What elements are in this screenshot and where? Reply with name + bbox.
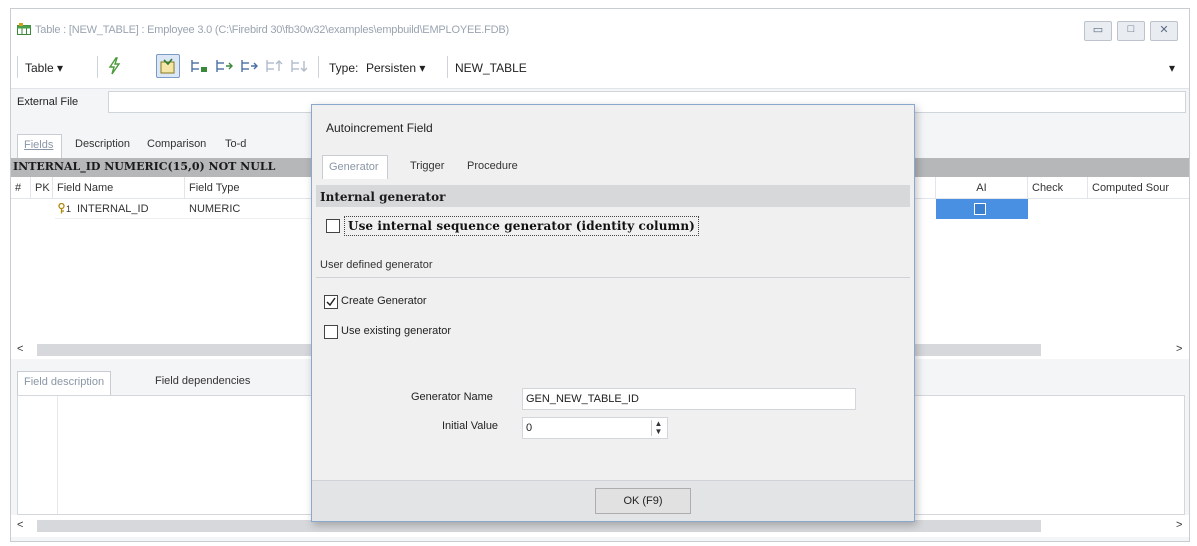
tab-procedure[interactable]: Procedure: [467, 160, 518, 172]
field-name-cell[interactable]: INTERNAL_ID: [73, 199, 185, 219]
create-generator-checkbox[interactable]: [324, 295, 338, 309]
field-up-icon[interactable]: [264, 57, 284, 75]
toolbar: Table ▾ Type: Persisten ▾ NEW_TABLE ▾: [11, 47, 1189, 89]
checkmark-icon: [326, 297, 336, 307]
ai-checkbox[interactable]: [974, 203, 986, 215]
use-internal-sequence-checkbox[interactable]: [326, 219, 340, 233]
scroll-left-icon[interactable]: <: [17, 343, 23, 355]
column-header-field-name[interactable]: Field Name: [53, 177, 185, 199]
move-field-icon[interactable]: [214, 57, 234, 75]
ok-button[interactable]: OK (F9): [595, 488, 691, 514]
create-generator-label[interactable]: Create Generator: [341, 295, 427, 307]
tab-generator[interactable]: Generator: [322, 155, 388, 179]
dialog-footer: OK (F9): [312, 480, 914, 521]
table-menu-button[interactable]: Table ▾: [25, 61, 63, 75]
internal-generator-header: Internal generator: [316, 185, 910, 207]
toolbar-separator: [97, 56, 98, 78]
dialog-body: Internal generator Use internal sequence…: [316, 179, 910, 479]
initial-value-label: Initial Value: [442, 420, 499, 432]
autoincrement-tool-button[interactable]: [156, 54, 180, 78]
minimize-button[interactable]: ▭: [1084, 21, 1112, 41]
close-button[interactable]: ✕: [1150, 21, 1178, 41]
key-icon: [58, 202, 65, 214]
initial-value-input[interactable]: 0 ▲ ▼: [522, 417, 668, 439]
column-header-index[interactable]: #: [11, 177, 31, 199]
generator-name-label: Generator Name: [411, 391, 493, 403]
tab-fields[interactable]: Fields: [17, 134, 63, 158]
toolbar-separator: [318, 56, 319, 78]
tab-todo[interactable]: To-d: [225, 138, 246, 150]
tab-field-description[interactable]: Field description: [17, 371, 112, 395]
column-header-ai[interactable]: AI: [936, 177, 1028, 199]
tab-comparison[interactable]: Comparison: [147, 138, 206, 150]
table-name-field[interactable]: NEW_TABLE: [455, 61, 527, 75]
initial-value-text: 0: [526, 422, 533, 434]
toolbar-overflow-icon[interactable]: ▾: [1169, 61, 1175, 75]
section-divider: [316, 277, 910, 278]
primary-key-text: INTERNAL_ID NUMERIC(15,0) NOT NULL: [13, 160, 276, 173]
insert-field-icon[interactable]: [239, 57, 259, 75]
maximize-icon: □: [1127, 23, 1135, 35]
column-header-computed-source[interactable]: Computed Sour: [1088, 177, 1189, 199]
internal-generator-label: Internal generator: [320, 190, 446, 204]
tab-description[interactable]: Description: [75, 138, 130, 150]
table-icon: [17, 23, 31, 35]
close-icon: ✕: [1159, 24, 1169, 36]
generator-name-input[interactable]: GEN_NEW_TABLE_ID: [522, 388, 856, 410]
scroll-right-icon[interactable]: >: [1176, 519, 1182, 531]
toolbar-separator: [17, 56, 18, 78]
column-header-hidden: [915, 177, 936, 199]
scroll-right-icon[interactable]: >: [1176, 343, 1182, 355]
toolbar-separator: [447, 56, 448, 78]
field-down-icon[interactable]: [289, 57, 309, 75]
scroll-left-icon[interactable]: <: [17, 519, 23, 531]
tab-field-dependencies[interactable]: Field dependencies: [155, 375, 250, 387]
lightning-icon[interactable]: [105, 57, 125, 75]
use-existing-generator-label[interactable]: Use existing generator: [341, 325, 451, 337]
column-header-pk[interactable]: PK: [31, 177, 53, 199]
window-title: Table : [NEW_TABLE] : Employee 3.0 (C:\F…: [35, 24, 509, 36]
type-dropdown[interactable]: Persisten ▾: [366, 61, 425, 75]
use-internal-sequence-label[interactable]: Use internal sequence generator (identit…: [344, 216, 699, 236]
spinner-arrows-icon[interactable]: ▲ ▼: [651, 420, 665, 436]
field-edit-icon: [160, 58, 175, 74]
field-type-cell[interactable]: NUMERIC: [185, 199, 315, 219]
use-existing-generator-checkbox[interactable]: [324, 325, 338, 339]
column-header-check[interactable]: Check: [1028, 177, 1088, 199]
dialog-title: Autoincrement Field: [326, 121, 433, 135]
external-file-label: External File: [17, 96, 79, 108]
dialog-tabs: Generator Trigger Procedure: [318, 155, 908, 179]
autoincrement-dialog: Autoincrement Field Generator Trigger Pr…: [311, 104, 915, 522]
minimize-icon: ▭: [1092, 24, 1104, 36]
maximize-button[interactable]: □: [1117, 21, 1145, 41]
column-header-field-type[interactable]: Field Type: [185, 177, 315, 199]
user-defined-generator-label: User defined generator: [320, 259, 433, 271]
title-bar: Table : [NEW_TABLE] : Employee 3.0 (C:\F…: [11, 9, 1189, 47]
table-row[interactable]: 1: [55, 199, 75, 219]
pk-order: 1: [66, 204, 72, 214]
tab-trigger[interactable]: Trigger: [410, 160, 444, 172]
type-label: Type:: [329, 61, 359, 75]
field-order-icon[interactable]: [189, 57, 209, 75]
editor-gutter: [18, 396, 58, 514]
ai-cell[interactable]: [936, 199, 1028, 219]
